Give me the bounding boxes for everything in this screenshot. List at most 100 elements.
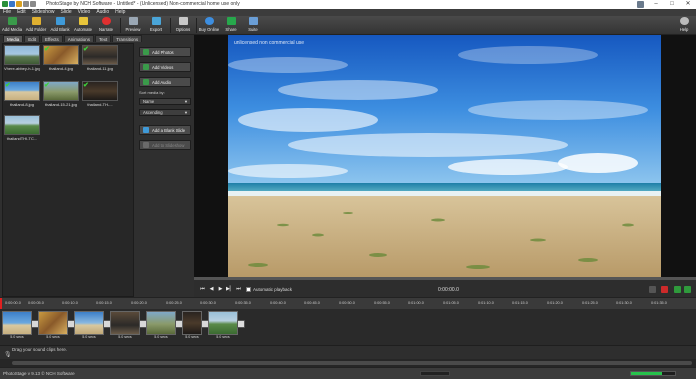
status-progress	[630, 371, 676, 376]
menu-audio[interactable]: Audio	[96, 9, 109, 16]
scrollbar-thumb[interactable]	[12, 361, 692, 365]
tab-media[interactable]: Media	[3, 35, 24, 42]
menu-video[interactable]: Video	[78, 9, 91, 16]
suite-button[interactable]: Suite	[244, 17, 262, 34]
add-videos-button[interactable]: Add Videos	[139, 62, 191, 72]
timeline-clip[interactable]: 5.0 secs	[146, 311, 176, 341]
globe-icon	[204, 17, 214, 25]
add-folder-button[interactable]: Add Folder	[25, 17, 47, 34]
media-item[interactable]: thailandTHI-TC...	[4, 115, 40, 143]
play-icon[interactable]: ▶	[217, 286, 224, 293]
timeline-clip[interactable]: 5.0 secs	[182, 311, 202, 341]
add-blank-slide-button[interactable]: Add a Blank Slide	[139, 125, 191, 135]
help-icon	[679, 17, 689, 25]
media-list: Vhere-abbey-h-1.jpg ✔ thailand-4.jpg ✔ t…	[2, 43, 134, 297]
checkbox-box[interactable]	[246, 287, 251, 293]
media-item[interactable]: ✔ thailand-8.jpg	[4, 81, 40, 109]
add-blank-button[interactable]: Add Blank	[50, 17, 70, 34]
clip-duration: 5.0 secs	[216, 335, 230, 339]
autoplay-label: Automatic playback	[253, 287, 293, 292]
ruler-tick: 0:00:00.0	[5, 301, 21, 305]
clip-duration: 5.0 secs	[46, 335, 60, 339]
sort-by-select[interactable]: Name ▼	[139, 98, 191, 105]
zoom-slider[interactable]	[420, 371, 450, 376]
ruler-tick: 0:00:35.0	[235, 301, 251, 305]
clip-duration: 5.0 secs	[154, 335, 168, 339]
add-media-button[interactable]: Add Media	[2, 17, 22, 34]
ruler-tick: 0:00:45.0	[304, 301, 320, 305]
media-item[interactable]: ✔ thailand-11.jpg	[82, 45, 118, 73]
go-start-icon[interactable]: ⏮	[199, 286, 206, 293]
open-quick-icon[interactable]	[16, 1, 22, 7]
tab-effects[interactable]: Effects	[41, 35, 63, 42]
audio-track[interactable]: 🎙 Drag your sound clips here.	[0, 345, 696, 359]
media-caption: thailand-8.jpg	[9, 102, 35, 107]
step-back-icon[interactable]: ◀	[208, 286, 215, 293]
undo-quick-icon[interactable]	[23, 1, 29, 7]
timeline-clip[interactable]: 5.0 secs	[110, 311, 140, 341]
add-audio-button[interactable]: Add Audio	[139, 77, 191, 87]
maximize-button[interactable]: □	[664, 0, 680, 9]
share-button[interactable]: Share	[222, 17, 240, 34]
menu-slide[interactable]: Slide	[60, 9, 71, 16]
timeline-clip[interactable]: 5.0 secs	[2, 311, 32, 341]
timeline-clip[interactable]: 5.0 secs	[38, 311, 68, 341]
add-slide-icon	[143, 142, 149, 148]
toolbar-divider	[196, 18, 197, 33]
in-slideshow-check-icon: ✔	[44, 82, 50, 89]
rotate-left-icon[interactable]	[674, 286, 681, 293]
menu-file[interactable]: File	[3, 9, 11, 16]
preview-button[interactable]: Preview	[123, 17, 143, 34]
rotate-right-icon[interactable]	[684, 286, 691, 293]
buy-online-button[interactable]: Buy Online	[198, 17, 220, 34]
timeline-clip[interactable]: 5.0 secs	[208, 311, 238, 341]
tab-text[interactable]: Text	[94, 35, 112, 42]
panel-tabs: Media Edit Effects Animations Text Trans…	[3, 35, 143, 42]
media-item[interactable]: ✔ thailand-TH-...	[82, 81, 118, 109]
export-button[interactable]: Export	[146, 17, 166, 34]
user-avatar[interactable]	[637, 1, 644, 8]
clip-duration: 5.0 secs	[10, 335, 24, 339]
go-end-icon[interactable]: ⏭	[235, 286, 242, 293]
timeline-clip[interactable]: 5.0 secs	[74, 311, 104, 341]
transition-icon[interactable]	[237, 320, 245, 328]
timeline-scrollbar[interactable]	[0, 359, 696, 367]
timeline-ruler[interactable]: 0:00:00.0 0:00:05.0 0:00:10.0 0:00:15.0 …	[0, 297, 696, 310]
save-quick-icon[interactable]	[9, 1, 15, 7]
redo-quick-icon[interactable]	[30, 1, 36, 7]
microphone-icon: 🎙	[4, 352, 12, 358]
options-button[interactable]: Options	[173, 17, 193, 34]
narrate-button[interactable]: Narrate	[96, 17, 116, 34]
crop-icon[interactable]	[649, 286, 656, 293]
blank-slide-icon	[143, 127, 149, 133]
add-to-slideshow-button[interactable]: Add to Slideshow	[139, 140, 191, 150]
menu-slideshow[interactable]: Slideshow	[32, 9, 55, 16]
step-forward-icon[interactable]: ▶▏	[226, 286, 234, 293]
media-item[interactable]: Vhere-abbey-h-1.jpg	[4, 45, 40, 73]
automate-button[interactable]: Automate	[73, 17, 93, 34]
toolbar-divider	[170, 18, 171, 33]
sort-order-select[interactable]: Ascending ▼	[139, 109, 191, 116]
add-photo-icon	[143, 49, 149, 55]
quick-access-toolbar	[2, 1, 36, 7]
close-button[interactable]: ✕	[680, 0, 696, 9]
help-button[interactable]: Help	[676, 17, 692, 34]
minimize-button[interactable]: –	[648, 0, 664, 9]
tab-animations[interactable]: Animations	[63, 35, 94, 42]
menu-help[interactable]: Help	[115, 9, 125, 16]
ruler-tick: 0:01:05.0	[443, 301, 459, 305]
menu-edit[interactable]: Edit	[17, 9, 26, 16]
media-item[interactable]: ✔ thailand-4.jpg	[43, 45, 79, 73]
add-audio-icon	[143, 79, 149, 85]
tab-edit[interactable]: Edit	[24, 35, 41, 42]
preview-image: unlicensed non commercial use	[228, 35, 661, 277]
media-item[interactable]: ✔ thailand-15-21.jpg	[43, 81, 79, 109]
automate-wand-icon	[78, 17, 88, 25]
ruler-tick: 0:01:15.0	[512, 301, 528, 305]
delete-icon[interactable]	[661, 286, 668, 293]
autoplay-checkbox[interactable]: Automatic playback	[246, 287, 293, 293]
ruler-tick: 0:01:10.0	[478, 301, 494, 305]
tab-transitions[interactable]: Transitions	[112, 35, 143, 42]
clip-duration: 5.0 secs	[185, 335, 199, 339]
add-photos-button[interactable]: Add Photos	[139, 47, 191, 57]
